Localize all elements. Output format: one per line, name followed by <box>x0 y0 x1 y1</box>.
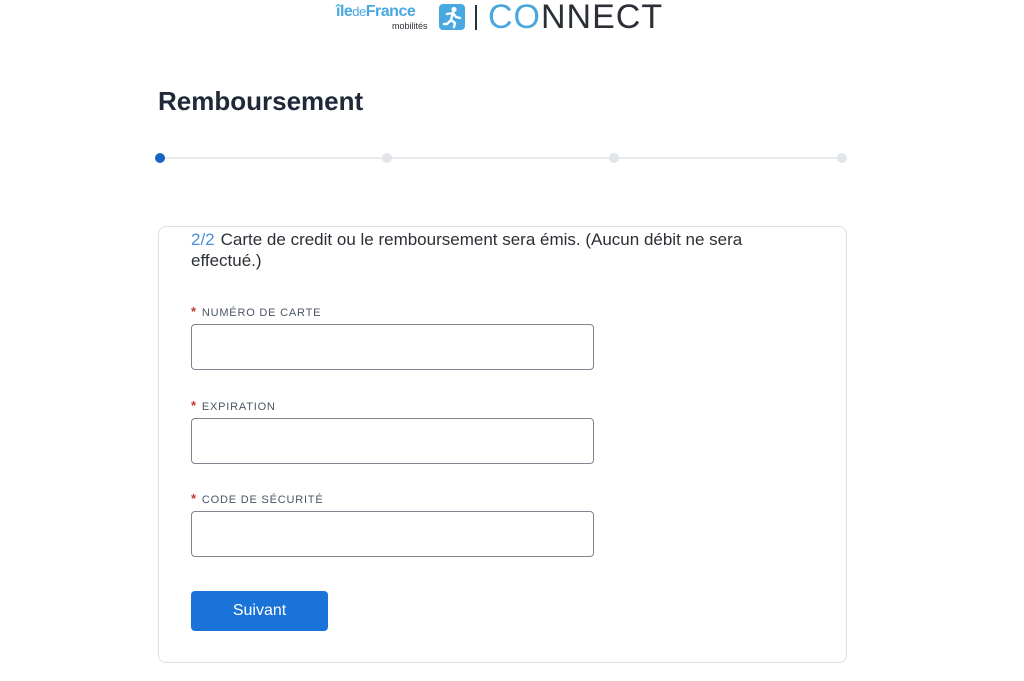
refund-form-card: 2/2 Carte de credit ou le remboursement s… <box>158 226 847 663</box>
card-number-field: * NUMÉRO DE CARTE <box>191 305 594 370</box>
header: îledeFrance mobilités CONNECT <box>0 0 1024 36</box>
required-marker: * <box>191 398 197 413</box>
page-title: Remboursement <box>158 86 364 116</box>
form-intro: 2/2 Carte de credit ou le remboursement s… <box>191 229 811 271</box>
runner-icon <box>439 4 465 30</box>
step-indicator: 2/2 <box>191 230 215 249</box>
required-marker: * <box>191 304 197 319</box>
idfm-subtitle: mobilités <box>392 21 428 31</box>
expiration-label: * EXPIRATION <box>191 398 276 414</box>
security-code-input[interactable] <box>191 511 594 557</box>
connect-wordmark: CONNECT <box>488 0 664 36</box>
stepper-track <box>160 157 846 159</box>
expiration-input[interactable] <box>191 418 594 464</box>
idfm-wordmark: îledeFrance <box>336 3 416 20</box>
step-dot-4 <box>837 153 847 163</box>
intro-text: Carte de credit ou le remboursement sera… <box>191 230 743 270</box>
security-code-label: * CODE DE SÉCURITÉ <box>191 491 324 507</box>
step-dot-2 <box>382 153 392 163</box>
idfm-logo: îledeFrance mobilités <box>336 2 438 32</box>
step-dot-3 <box>609 153 619 163</box>
brand-logo[interactable]: îledeFrance mobilités CONNECT <box>336 0 662 35</box>
next-button[interactable]: Suivant <box>191 591 328 631</box>
expiration-field: * EXPIRATION <box>191 399 594 464</box>
step-dot-1 <box>155 153 165 163</box>
required-marker: * <box>191 491 197 506</box>
logo-divider <box>475 5 477 30</box>
progress-stepper <box>155 150 851 166</box>
card-number-input[interactable] <box>191 324 594 370</box>
card-number-label: * NUMÉRO DE CARTE <box>191 304 322 320</box>
security-code-field: * CODE DE SÉCURITÉ <box>191 492 594 557</box>
